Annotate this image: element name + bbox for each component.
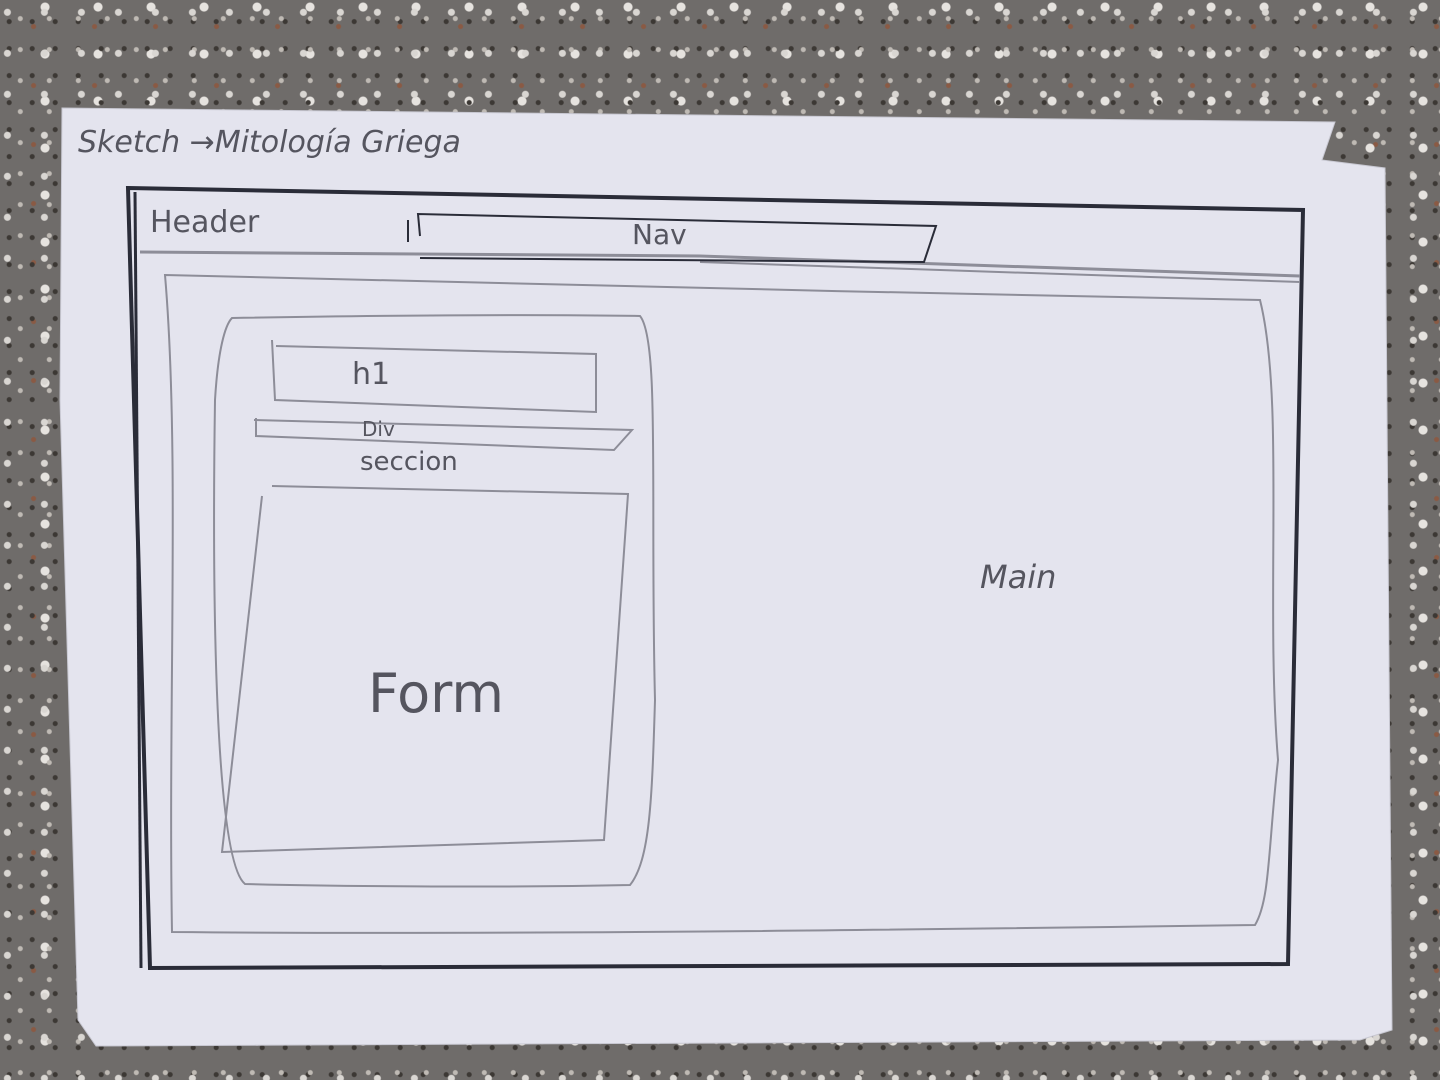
- sketch-paper: Sketch →Mitología Griega Header Nav Main…: [59, 107, 1393, 1047]
- div-label: Div: [362, 417, 395, 441]
- header-label: Header: [150, 205, 260, 240]
- sketch-title: Sketch →Mitología Griega: [78, 125, 461, 160]
- section-label: seccion: [360, 447, 458, 477]
- nav-label: Nav: [632, 218, 687, 251]
- form-label: Form: [368, 662, 504, 725]
- paper-sheet: [59, 107, 1393, 1047]
- h1-label: h1: [352, 357, 390, 392]
- main-label: Main: [980, 558, 1056, 596]
